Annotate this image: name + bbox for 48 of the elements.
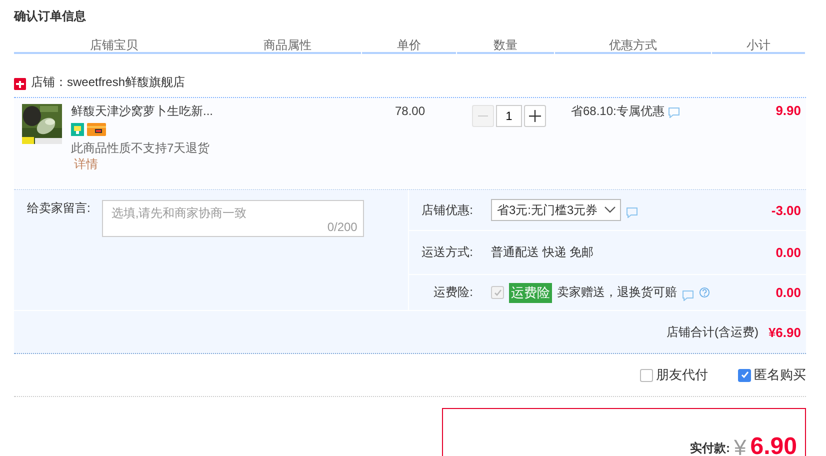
insurance-text: 卖家赠送，退换货可赔: [557, 284, 677, 301]
checkbox-label: 匿名购买: [754, 366, 806, 384]
insurance-tag: 运费险: [509, 282, 552, 302]
payment-label: 实付款:: [690, 440, 730, 456]
caret-icon: [604, 206, 616, 214]
item-subtotal: 9.90: [776, 103, 801, 118]
option-label: 运送方式:: [420, 244, 473, 261]
coupon-select[interactable]: 省3元:无门槛3元券: [491, 199, 621, 221]
card-icon: [87, 123, 106, 136]
option-amount: 0.00: [774, 285, 802, 300]
column-header: 单价: [362, 38, 456, 54]
payment-amount: 6.90: [750, 433, 797, 456]
currency-symbol: ¥: [734, 435, 746, 456]
message-label: 给卖家留言:: [27, 200, 90, 217]
help-icon[interactable]: [699, 287, 710, 298]
comment-icon[interactable]: [668, 107, 680, 118]
increase-button[interactable]: [524, 105, 546, 127]
unit-price: 78.00: [395, 104, 426, 118]
discount-text: 省68.10:专属优惠: [571, 103, 664, 120]
plus-icon: [529, 110, 541, 122]
checkbox-label: 朋友代付: [656, 366, 708, 384]
shop-total-value: ¥6.90: [768, 324, 801, 340]
option-amount: -3.00: [770, 202, 802, 218]
option-amount: 0.00: [774, 245, 802, 260]
quantity-field[interactable]: 1: [496, 105, 522, 127]
message-placeholder: 选填,请先和商家协商一致: [111, 205, 247, 222]
option-label: 店铺优惠:: [420, 202, 473, 218]
option-label: 运费险:: [432, 284, 473, 301]
comment-icon[interactable]: [682, 290, 694, 300]
column-header: 优惠方式: [555, 38, 711, 54]
char-counter: 0/200: [327, 220, 358, 234]
shipping-method: 普通配送 快递 免邮: [491, 244, 594, 261]
column-header: 数量: [457, 38, 554, 54]
checkbox[interactable]: [640, 368, 653, 382]
check-icon: [492, 288, 502, 298]
return-notice: 此商品性质不支持7天退货: [71, 140, 210, 156]
shop-total-label: 店铺合计(含运费): [666, 324, 758, 340]
shop-name: 店铺：sweetfresh鲜馥旗舰店: [31, 74, 186, 91]
service-icon: [71, 123, 84, 136]
shop-badge-icon: [14, 78, 26, 90]
checkbox[interactable]: [738, 368, 751, 382]
column-header: 商品属性: [214, 38, 361, 54]
column-header: 店铺宝贝: [14, 38, 214, 54]
product-name[interactable]: 鲜馥天津沙窝萝卜生吃新...: [71, 102, 214, 120]
column-header: 小计: [712, 38, 805, 54]
check-icon: [740, 370, 750, 380]
section-title: 确认订单信息: [14, 8, 87, 25]
comment-icon[interactable]: [626, 207, 638, 218]
